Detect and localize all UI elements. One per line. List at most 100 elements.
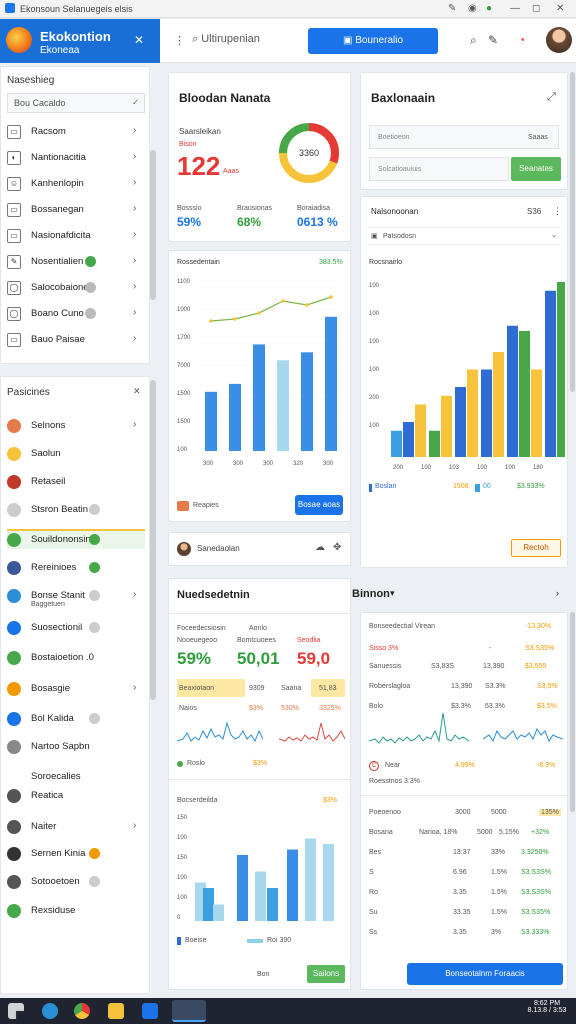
- stat-value: 0613 %: [297, 215, 338, 229]
- text-input[interactable]: Solcatioauiuis: [369, 157, 509, 181]
- chevron-right-icon[interactable]: ›: [556, 588, 559, 598]
- sidebar-item[interactable]: Nartoo Sapbn: [7, 738, 145, 758]
- close-icon[interactable]: ✕: [556, 3, 564, 14]
- sidebar-item-icon: [7, 419, 21, 433]
- brand-logo: [6, 27, 32, 53]
- sidebar-item[interactable]: ◐ Nantionacitia ›: [7, 149, 145, 169]
- check-icon: ✓: [132, 97, 140, 107]
- chevron-down-icon[interactable]: ▾: [390, 588, 395, 599]
- active-app-icon[interactable]: [172, 1000, 206, 1022]
- sidebar-scrollbar[interactable]: [150, 150, 156, 300]
- pin-icon[interactable]: ✎: [448, 3, 456, 14]
- edge-icon[interactable]: [42, 1003, 58, 1019]
- sidebar-item[interactable]: ◯ Boano Cuno ›: [7, 305, 145, 325]
- status-badge: [89, 504, 100, 515]
- legend-swatch: [475, 484, 480, 492]
- menu-icon[interactable]: ⋮: [174, 34, 185, 47]
- sidebar-item[interactable]: ☺ Kanhenlopin ›: [7, 175, 145, 195]
- bar-chart: 150 100 150 100 100 0: [177, 815, 334, 921]
- chevron-right-icon: ›: [133, 281, 137, 292]
- sidebar-item[interactable]: Suosectionil: [7, 619, 145, 639]
- submit-button[interactable]: Seanates: [511, 157, 561, 181]
- sidebar-item[interactable]: ▭ Bauo Paisae ›: [7, 331, 145, 351]
- sidebar-item[interactable]: Souildononsin: [7, 529, 145, 549]
- sidebar-item[interactable]: Bol Kalida: [7, 710, 145, 730]
- profile-icon[interactable]: ●: [486, 3, 492, 14]
- settings-icon[interactable]: ◉: [468, 3, 477, 14]
- sidebar-item[interactable]: Rexsiduse: [7, 902, 145, 922]
- sidebar-item-icon: [7, 770, 21, 784]
- sidebar-item[interactable]: Rereinioes: [7, 559, 145, 579]
- table-cell: S3.S3S%: [521, 889, 551, 896]
- sidebar-item[interactable]: Stsron Beatin: [7, 501, 145, 521]
- grouped-bar-chart-card: Nalsonoonan S36 ⋮ ▣ Patsodosn ⌄ Rocsnair…: [360, 196, 568, 568]
- sidebar-item[interactable]: Soroecalies: [7, 768, 145, 788]
- primary-action-button[interactable]: Bonseotalnm Foraacis: [407, 963, 563, 985]
- footer-button-label: Sailons: [312, 969, 340, 978]
- sidebar-scrollbar[interactable]: [150, 380, 156, 700]
- y-tick-label: 0: [177, 915, 181, 921]
- search-icon[interactable]: ⌕: [470, 33, 477, 48]
- chart-dropdown[interactable]: ▣ Patsodosn ⌄: [369, 227, 561, 245]
- sidebar-item[interactable]: ✎ Nosentialien ›: [7, 253, 145, 273]
- search-field[interactable]: ⌕ Ultirupenian: [192, 33, 260, 46]
- sidebar-item[interactable]: ▭ Racsom ›: [7, 123, 145, 143]
- text-input[interactable]: Boetioeon Saaas: [369, 125, 559, 149]
- legend-swatch: [247, 939, 263, 943]
- minimize-icon[interactable]: —: [510, 3, 520, 14]
- sidebar-item-icon: [7, 789, 21, 803]
- sidebar-item[interactable]: Bostaioetion .0: [7, 649, 145, 669]
- sidebar-item[interactable]: ▭ Bossanegan ›: [7, 201, 145, 221]
- sidebar-item[interactable]: Sernen Kinia: [7, 845, 145, 865]
- sidebar-item-label: Reatica: [31, 790, 64, 801]
- close-icon[interactable]: ✕: [133, 386, 141, 397]
- sidebar-item[interactable]: Reatica: [7, 787, 145, 807]
- bar: [415, 404, 426, 457]
- sidebar-close-button[interactable]: ✕: [134, 33, 144, 47]
- sidebar-item[interactable]: Retaseil: [7, 473, 145, 493]
- sidebar-item[interactable]: ◯ Salocobaione ›: [7, 279, 145, 299]
- sidebar-item[interactable]: Naiter ›: [7, 818, 145, 838]
- store-icon[interactable]: [142, 1003, 158, 1019]
- sidebar-item[interactable]: ▭ Nasionafdicita ›: [7, 227, 145, 247]
- sidebar-item-icon: [7, 820, 21, 834]
- chart-action-button[interactable]: Bosae aoas: [295, 495, 343, 515]
- more-icon[interactable]: ⋮: [553, 206, 562, 217]
- chevron-right-icon: ›: [133, 177, 137, 188]
- main-scrollbar[interactable]: [570, 612, 575, 812]
- table-cell: 3325%: [319, 705, 341, 712]
- cloud-icon[interactable]: ☁: [315, 542, 325, 553]
- sidebar-item[interactable]: Saolun: [7, 445, 145, 465]
- sidebar-item-label: Nantionacitia: [31, 152, 86, 163]
- panel-dropdown[interactable]: Bou Cacaldo ✓: [7, 93, 145, 113]
- notification-icon[interactable]: ◔: [518, 33, 525, 47]
- chrome-icon[interactable]: [74, 1003, 90, 1019]
- sidebar-item[interactable]: Bonse Stanit Baggetuen ›: [7, 587, 145, 608]
- edit-icon[interactable]: ✎: [488, 33, 498, 47]
- bar: [301, 352, 313, 451]
- legend-badge: C: [369, 761, 379, 771]
- windows-start-icon[interactable]: [8, 1003, 24, 1019]
- stat-label: Bosssio: [177, 205, 202, 212]
- sidebar-item[interactable]: Bosasgie ›: [7, 680, 145, 700]
- stat-label: Brausionas: [237, 205, 273, 212]
- chart-action-button[interactable]: Rectoh: [511, 539, 561, 557]
- status-badge: [89, 534, 100, 545]
- folder-icon[interactable]: [108, 1003, 124, 1019]
- clock-time: 8:62 PM: [533, 1000, 561, 1007]
- sidebar-item-label: Sotooetoen: [31, 876, 80, 887]
- expand-icon[interactable]: ⤢: [547, 91, 556, 104]
- clock[interactable]: 8:62 PM 8.13.8 / 3:53: [520, 1000, 574, 1014]
- primary-button[interactable]: ▣ Bouneralio: [308, 28, 438, 54]
- chart-title: Rocsnairlo: [369, 259, 403, 266]
- footer-button[interactable]: Sailons: [307, 965, 345, 983]
- bar: [205, 391, 217, 451]
- sidebar-item[interactable]: Selnons ›: [7, 417, 145, 437]
- sidebar-item[interactable]: Sotooetoen: [7, 873, 145, 893]
- expand-icon[interactable]: ✥: [333, 542, 341, 553]
- maximize-icon[interactable]: ◻: [532, 3, 540, 14]
- y-tick-label: 1000: [177, 307, 191, 313]
- main-scrollbar-top[interactable]: [570, 72, 575, 392]
- user-avatar[interactable]: [546, 27, 572, 53]
- subline: Roesstnos 3.3%: [369, 778, 420, 785]
